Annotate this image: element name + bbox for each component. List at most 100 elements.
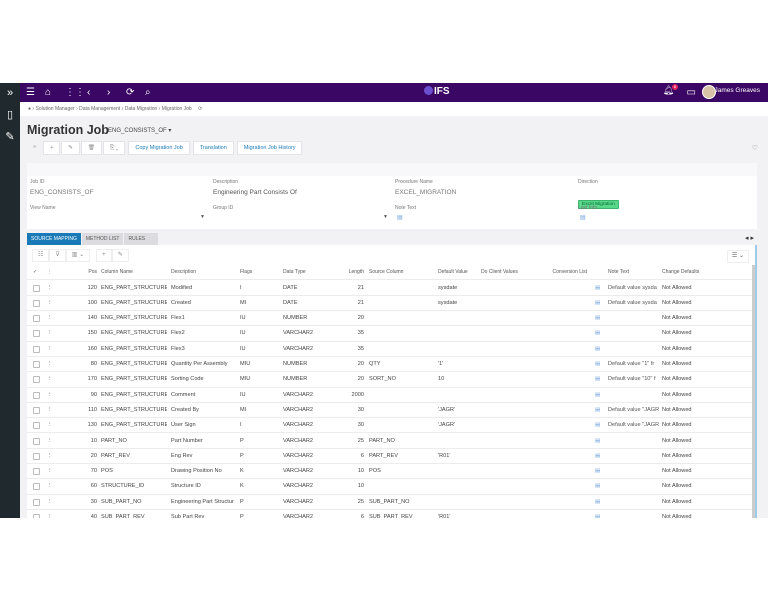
table-row[interactable]: ⋮ 130 ENG_PART_STRUCTURE_I User Sign I VARCHA… xyxy=(27,418,755,434)
search-icon[interactable]: ⌕ xyxy=(145,85,151,100)
table-row[interactable]: ⋮ 60 STRUCTURE_ID Structure ID K VARCHAR2 10 No… xyxy=(27,479,755,495)
forward-icon[interactable]: › xyxy=(107,85,110,100)
row-menu-icon[interactable]: ⋮ xyxy=(47,468,53,474)
header-pos[interactable]: Pos xyxy=(67,269,97,275)
pencil-icon[interactable]: ✎ xyxy=(0,127,20,149)
note-icon[interactable]: ▤ xyxy=(595,407,600,413)
header-note-text[interactable]: Note Text xyxy=(608,269,660,275)
row-checkbox[interactable] xyxy=(33,315,40,323)
columns-icon[interactable]: ☷ xyxy=(32,249,50,262)
row-checkbox[interactable] xyxy=(33,514,40,518)
table-row[interactable]: ⋮ 160 ENG_PART_STRUCTURE_I Flex3 IU VARCHAR2 3… xyxy=(27,342,755,357)
row-checkbox[interactable] xyxy=(33,391,40,399)
tab-scroll-arrows[interactable]: ◂ ▸ xyxy=(745,234,754,242)
table-row[interactable]: ⋮ 90 ENG_PART_STRUCTURE_I Comment IU VARCHAR2… xyxy=(27,388,755,403)
note-icon[interactable]: ▤ xyxy=(595,315,600,321)
table-row[interactable]: ⋮ 170 ENG_PART_STRUCTURE_I Sorting Code MIU N… xyxy=(27,372,755,388)
note-icon[interactable]: ▤ xyxy=(595,422,600,428)
note-icon[interactable]: ▤ xyxy=(595,499,600,505)
row-checkbox[interactable] xyxy=(33,284,40,292)
row-checkbox[interactable] xyxy=(33,468,40,476)
user-name[interactable]: James Greaves xyxy=(714,87,760,94)
row-menu-icon[interactable]: ⋮ xyxy=(47,514,53,518)
row-checkbox[interactable] xyxy=(33,361,40,368)
note-icon[interactable]: ▤ xyxy=(595,468,600,474)
edit-row-button[interactable]: ✎ xyxy=(111,249,129,262)
row-checkbox[interactable] xyxy=(33,483,40,491)
table-row[interactable]: ⋮ 150 ENG_PART_STRUCTURE_I Flex2 IU VARCHAR2 3… xyxy=(27,326,755,342)
note-icon[interactable]: ▤ xyxy=(595,376,600,382)
copy-dropdown-button[interactable]: ⎘ ⌄ xyxy=(102,141,126,155)
note-icon[interactable]: ▤ xyxy=(580,214,586,221)
chart-dropdown-icon[interactable]: ▥ ⌄ xyxy=(65,249,91,262)
breadcrumb-item[interactable]: Data Migration xyxy=(125,106,158,112)
delete-button[interactable]: 🗑︎ xyxy=(80,141,102,155)
header-change-defaults[interactable]: Change Defaults xyxy=(662,269,722,275)
row-menu-icon[interactable]: ⋮ xyxy=(47,407,53,413)
select-all-checkbox[interactable]: ✓ xyxy=(33,269,37,275)
row-checkbox[interactable] xyxy=(33,498,40,506)
group-id-dropdown-icon[interactable]: ▼ xyxy=(383,214,388,220)
header-source-column[interactable]: Source Column xyxy=(369,269,435,275)
breadcrumb-item[interactable]: Solution Manager xyxy=(35,106,74,112)
back-icon[interactable]: ‹ xyxy=(87,85,90,100)
vertical-scrollbar[interactable] xyxy=(752,265,755,518)
header-column-name[interactable]: Column Name xyxy=(101,269,167,275)
row-menu-icon[interactable]: ⋮ xyxy=(47,376,53,382)
header-length[interactable]: Length xyxy=(334,269,364,275)
note-icon[interactable]: ▤ xyxy=(595,300,600,306)
header-default-value[interactable]: Default Value xyxy=(438,269,478,275)
filter-icon[interactable]: ⊽ xyxy=(49,249,66,262)
apps-grid-icon[interactable]: ⋮⋮ xyxy=(65,85,85,100)
row-menu-icon[interactable]: ⋮ xyxy=(47,300,53,306)
translation-button[interactable]: Translation xyxy=(192,141,234,155)
table-row[interactable]: ⋮ 40 SUB_PART_REV Sub Part Rev P VARCHAR2 6 SUB… xyxy=(27,510,755,518)
row-menu-icon[interactable]: ⋮ xyxy=(47,361,53,367)
table-row[interactable]: ⋮ 120 ENG_PART_STRUCTURE_I Modified I DATE 21 s… xyxy=(27,281,755,296)
migration-job-history-button[interactable]: Migration Job History xyxy=(236,141,303,155)
row-menu-icon[interactable]: ⋮ xyxy=(47,483,53,489)
row-checkbox[interactable] xyxy=(33,330,40,338)
favorite-icon[interactable]: ♡ xyxy=(752,144,758,152)
menu-icon[interactable]: ☰ xyxy=(26,85,35,100)
row-checkbox[interactable] xyxy=(33,406,40,414)
row-checkbox[interactable] xyxy=(33,437,40,445)
view-options-button[interactable]: ☰ ⌄ xyxy=(726,250,749,263)
breadcrumb-item[interactable]: Data Management xyxy=(79,106,120,112)
header-conversion-list[interactable]: Conversion List xyxy=(527,269,587,275)
refresh-icon[interactable]: ⟳ xyxy=(126,85,134,100)
note-icon[interactable]: ▤ xyxy=(595,346,600,352)
table-row[interactable]: ⋮ 30 SUB_PART_NO Engineering Part Structur P… xyxy=(27,495,755,510)
row-menu-icon[interactable]: ⋮ xyxy=(47,315,53,321)
record-selector[interactable]: ENG_CONSISTS_OF ▾ xyxy=(108,127,171,134)
note-icon[interactable]: ▤ xyxy=(595,438,600,444)
note-icon[interactable]: ▤ xyxy=(595,330,600,336)
home-dot-icon[interactable]: ● xyxy=(28,106,31,112)
tab-source-mapping[interactable]: SOURCE MAPPING xyxy=(27,233,81,245)
row-checkbox[interactable] xyxy=(33,452,40,460)
row-menu-icon[interactable]: ⋮ xyxy=(47,269,52,275)
row-menu-icon[interactable]: ⋮ xyxy=(47,285,53,291)
expand-icon[interactable]: » xyxy=(0,83,20,105)
note-icon[interactable]: ▤ xyxy=(595,453,600,459)
row-menu-icon[interactable]: ⋮ xyxy=(47,392,53,398)
table-row[interactable]: ⋮ 20 PART_REV Eng Rev P VARCHAR2 6 PART_REV 'R01… xyxy=(27,449,755,465)
table-row[interactable]: ⋮ 80 ENG_PART_STRUCTURE_I Quantity Per Asse… xyxy=(27,357,755,373)
row-menu-icon[interactable]: ⋮ xyxy=(47,453,53,459)
note-icon[interactable]: ▤ xyxy=(595,392,600,398)
note-icon[interactable]: ▤ xyxy=(595,361,600,367)
note-icon[interactable]: ▤ xyxy=(397,214,403,221)
table-row[interactable]: ⋮ 140 ENG_PART_STRUCTURE_I Flex1 IU NUMBER 20 N… xyxy=(27,311,755,327)
note-icon[interactable]: ▤ xyxy=(595,285,600,291)
tab-rules[interactable]: RULES xyxy=(124,233,159,245)
refresh-icon[interactable]: ⟳ xyxy=(198,106,202,112)
screen-icon[interactable]: ▭ xyxy=(687,85,696,100)
note-icon[interactable]: ▤ xyxy=(595,483,600,489)
view-name-dropdown-icon[interactable]: ▼ xyxy=(200,214,205,220)
row-menu-icon[interactable]: ⋮ xyxy=(47,499,53,505)
add-button[interactable]: + xyxy=(43,141,61,155)
bookmark-icon[interactable]: ▯ xyxy=(0,105,20,127)
row-menu-icon[interactable]: ⋮ xyxy=(47,330,53,336)
row-menu-icon[interactable]: ⋮ xyxy=(47,346,53,352)
row-checkbox[interactable] xyxy=(33,345,40,353)
